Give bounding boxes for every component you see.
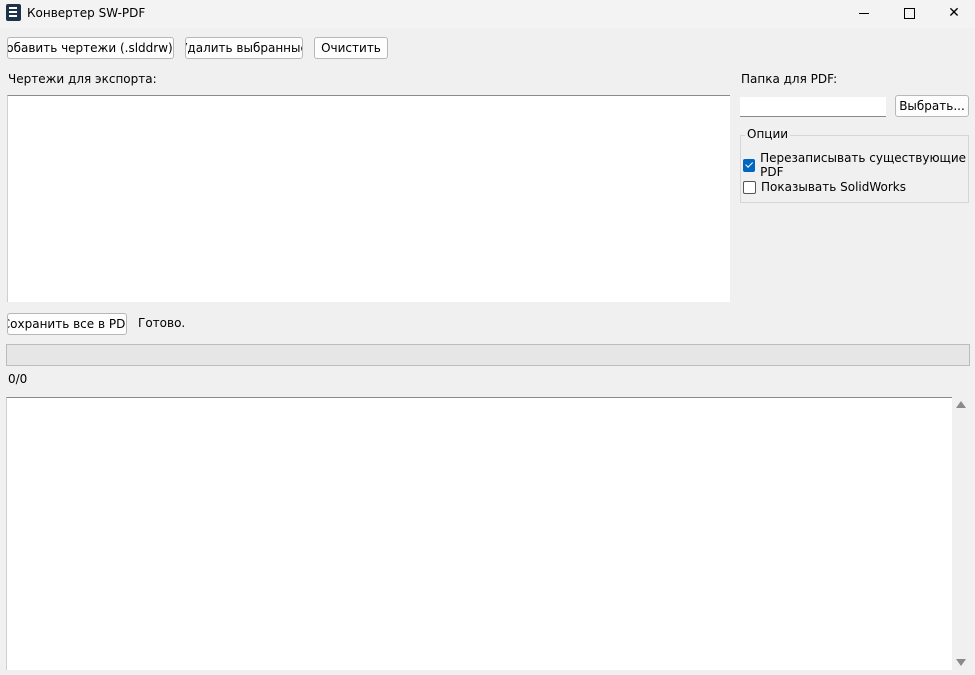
app-icon <box>6 4 21 21</box>
pdf-folder-label: Папка для PDF: <box>741 72 838 86</box>
progress-bar <box>6 344 970 366</box>
close-icon: ✕ <box>948 5 960 21</box>
show-solidworks-label: Показывать SolidWorks <box>761 180 907 194</box>
close-button[interactable]: ✕ <box>932 0 975 26</box>
status-text: Готово. <box>138 316 186 330</box>
add-drawings-button[interactable]: Добавить чертежи (.slddrw)... <box>7 37 174 59</box>
window-title: Конвертер SW-PDF <box>27 6 146 20</box>
overwrite-pdf-label: Перезаписывать существующие PDF <box>760 151 967 179</box>
scroll-down-arrow-icon[interactable] <box>956 659 966 666</box>
log-scrollbar[interactable] <box>952 397 970 670</box>
scroll-up-arrow-icon[interactable] <box>956 401 966 408</box>
pdf-folder-input[interactable] <box>740 97 886 117</box>
drawings-list[interactable] <box>7 95 730 302</box>
minimize-button[interactable] <box>842 0 886 26</box>
maximize-button[interactable] <box>887 0 931 26</box>
log-textarea[interactable] <box>6 397 952 670</box>
checkbox-unchecked-icon[interactable] <box>743 180 756 194</box>
options-title: Опции <box>745 127 791 141</box>
remove-selected-button[interactable]: Удалить выбранные <box>185 37 303 59</box>
maximize-icon <box>903 7 915 19</box>
drawings-label: Чертежи для экспорта: <box>8 72 157 86</box>
progress-counter: 0/0 <box>8 372 28 386</box>
clear-button[interactable]: Очистить <box>314 37 388 59</box>
overwrite-pdf-checkbox[interactable]: Перезаписывать существующие PDF <box>743 151 975 179</box>
save-all-pdf-button[interactable]: Сохранить все в PDF <box>7 313 127 335</box>
show-solidworks-checkbox[interactable]: Показывать SolidWorks <box>743 180 906 194</box>
title-bar: Конвертер SW-PDF ✕ <box>0 0 975 28</box>
checkbox-checked-icon[interactable] <box>743 158 756 172</box>
minimize-icon <box>859 12 869 14</box>
browse-button[interactable]: Выбрать... <box>895 95 969 117</box>
